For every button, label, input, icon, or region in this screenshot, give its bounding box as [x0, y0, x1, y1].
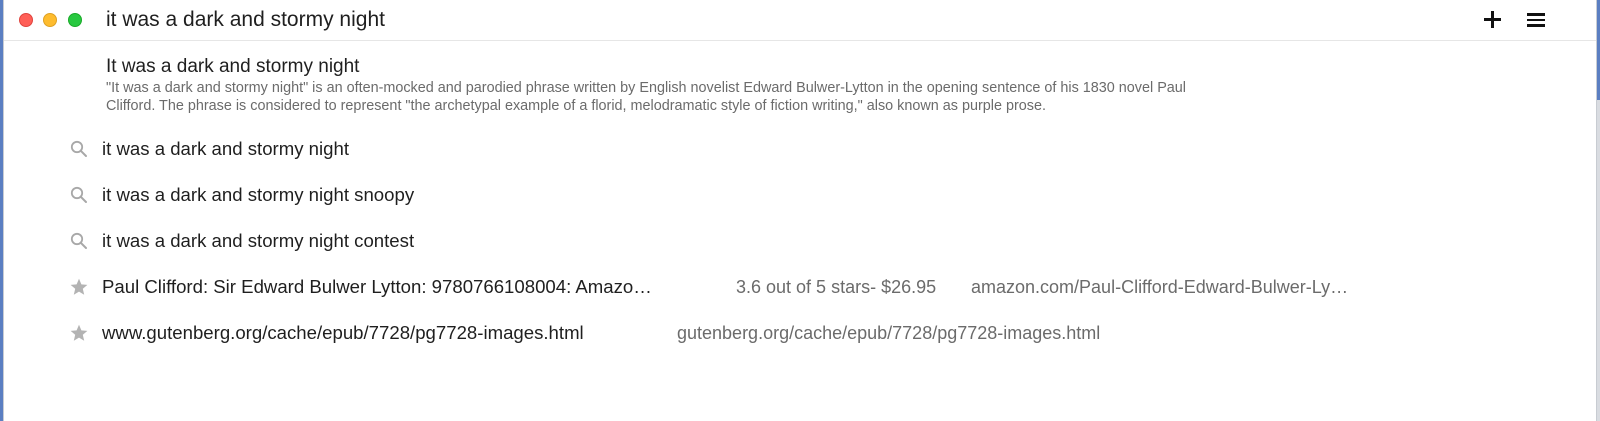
star-icon — [70, 324, 88, 341]
knowledge-panel-description: "It was a dark and stormy night" is an o… — [106, 79, 1466, 115]
minimize-button[interactable] — [43, 13, 57, 27]
bookmark-url: amazon.com/Paul-Clifford-Edward-Bulwer-L… — [971, 277, 1349, 297]
suggestion-row[interactable]: it was a dark and stormy night snoopy — [4, 175, 1564, 215]
bookmark-url: gutenberg.org/cache/epub/7728/pg7728-ima… — [677, 323, 1101, 343]
bookmark-title: www.gutenberg.org/cache/epub/7728/pg7728… — [102, 322, 584, 343]
suggestion-row[interactable]: it was a dark and stormy night contest — [4, 221, 1564, 261]
hamburger-menu-icon[interactable] — [1527, 12, 1545, 28]
suggestion-text: it was a dark and stormy night — [102, 138, 349, 159]
search-input[interactable] — [106, 6, 1406, 34]
bookmark-row[interactable]: Paul Clifford: Sir Edward Bulwer Lytton:… — [4, 267, 1564, 307]
suggestion-text: it was a dark and stormy night contest — [102, 230, 415, 251]
zoom-button[interactable] — [68, 13, 82, 27]
search-icon — [70, 140, 87, 157]
plus-icon[interactable] — [1482, 9, 1504, 31]
knowledge-panel-title: It was a dark and stormy night — [106, 56, 360, 77]
bookmark-title: Paul Clifford: Sir Edward Bulwer Lytton:… — [102, 276, 652, 297]
knowledge-panel-description-line: "It was a dark and stormy night" is an o… — [106, 80, 1187, 96]
bookmark-rating: 3.6 out of 5 stars- $26.95 — [736, 277, 937, 297]
search-window: It was a dark and stormy night "It was a… — [3, 0, 1597, 421]
suggestion-row[interactable]: it was a dark and stormy night — [4, 129, 1564, 169]
knowledge-panel[interactable]: It was a dark and stormy night "It was a… — [106, 55, 1466, 115]
knowledge-panel-description-line: Clifford. The phrase is considered to re… — [106, 98, 1046, 114]
star-icon — [70, 278, 88, 295]
search-icon — [70, 232, 87, 249]
bookmark-row[interactable]: www.gutenberg.org/cache/epub/7728/pg7728… — [4, 313, 1564, 353]
search-icon — [70, 186, 87, 203]
title-bar — [4, 0, 1596, 41]
close-button[interactable] — [19, 13, 33, 27]
suggestion-text: it was a dark and stormy night snoopy — [102, 184, 415, 205]
